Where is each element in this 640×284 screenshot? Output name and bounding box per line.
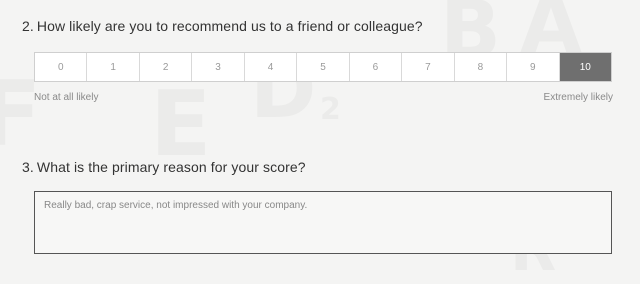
question-3-number: 3. <box>22 159 34 175</box>
rating-option-2[interactable]: 2 <box>140 53 193 81</box>
rating-option-9[interactable]: 9 <box>507 53 560 81</box>
question-2-title: 2. How likely are you to recommend us to … <box>22 18 423 34</box>
question-3-title: 3. What is the primary reason for your sc… <box>22 159 306 175</box>
question-3-text: What is the primary reason for your scor… <box>36 159 306 175</box>
rating-option-4[interactable]: 4 <box>245 53 298 81</box>
recommend-rating-scale: 0 1 2 3 4 5 6 7 8 9 10 <box>34 52 612 82</box>
question-2-number: 2. <box>22 18 34 34</box>
question-2-text: How likely are you to recommend us to a … <box>36 18 423 34</box>
rating-option-6[interactable]: 6 <box>350 53 403 81</box>
reason-answer-textarea[interactable]: Really bad, crap service, not impressed … <box>34 191 612 254</box>
rating-option-5[interactable]: 5 <box>297 53 350 81</box>
rating-option-0[interactable]: 0 <box>35 53 88 81</box>
rating-option-1[interactable]: 1 <box>87 53 140 81</box>
scale-high-label: Extremely likely <box>543 92 613 103</box>
scale-low-label: Not at all likely <box>34 92 99 103</box>
rating-option-8[interactable]: 8 <box>455 53 508 81</box>
rating-option-3[interactable]: 3 <box>192 53 245 81</box>
rating-option-7[interactable]: 7 <box>402 53 455 81</box>
rating-option-10[interactable]: 10 <box>559 53 611 81</box>
